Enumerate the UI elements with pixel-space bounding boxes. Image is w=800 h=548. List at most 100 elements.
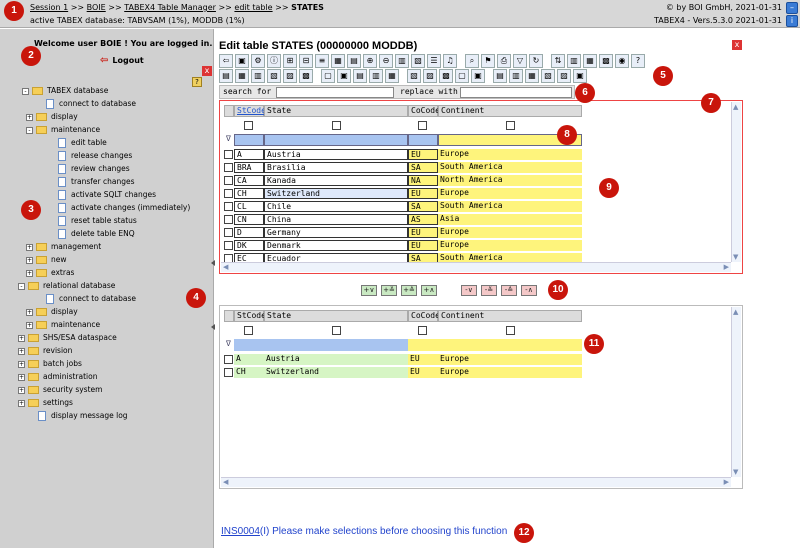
filter-input[interactable] bbox=[408, 134, 438, 146]
expand-toggle-icon[interactable]: - bbox=[22, 87, 29, 95]
toolbar-button[interactable]: ⓘ bbox=[267, 54, 281, 68]
toolbar-button[interactable]: ⎙ bbox=[497, 54, 511, 68]
breadcrumb-table-manager[interactable]: TABEX4 Table Manager bbox=[124, 3, 216, 12]
vertical-scrollbar[interactable]: ▲ ▼ bbox=[731, 307, 741, 477]
toolbar-button[interactable]: ▩ bbox=[599, 54, 613, 68]
row-checkbox[interactable] bbox=[224, 163, 233, 172]
toolbar-button[interactable]: ▧ bbox=[541, 69, 555, 83]
toolbar-button[interactable]: ⇦ bbox=[219, 54, 233, 68]
table-cell[interactable]: Chile bbox=[264, 201, 408, 212]
filter-input[interactable] bbox=[438, 339, 582, 351]
filter-input[interactable] bbox=[264, 339, 408, 351]
vertical-scrollbar[interactable]: ▲ ▼ bbox=[731, 102, 741, 262]
toolbar-button[interactable]: ? bbox=[631, 54, 645, 68]
table-cell[interactable]: EU bbox=[408, 227, 438, 238]
toolbar-button[interactable]: ▨ bbox=[557, 69, 571, 83]
table-cell[interactable]: DK bbox=[234, 240, 264, 251]
help-icon[interactable]: ? bbox=[192, 77, 202, 87]
toolbar-button[interactable]: ▩ bbox=[299, 69, 313, 83]
tree-item[interactable]: - TABEX database bbox=[22, 85, 108, 97]
tree-item[interactable]: + SHS/ESA dataspace bbox=[18, 332, 117, 344]
toolbar-button[interactable]: ▣ bbox=[573, 69, 587, 83]
horizontal-scrollbar[interactable]: ◀ ▶ bbox=[221, 262, 731, 272]
toolbar-button[interactable]: ▥ bbox=[567, 54, 581, 68]
column-checkbox[interactable] bbox=[506, 326, 515, 335]
toolbar-button[interactable]: ▧ bbox=[407, 69, 421, 83]
row-checkbox[interactable] bbox=[224, 355, 233, 364]
toolbar-button[interactable]: ▦ bbox=[385, 69, 399, 83]
table-cell[interactable]: CL bbox=[234, 201, 264, 212]
tree-item[interactable]: edit table bbox=[58, 137, 107, 149]
toolbar-button[interactable]: ▥ bbox=[369, 69, 383, 83]
expand-toggle-icon[interactable]: + bbox=[26, 256, 33, 264]
search-input[interactable] bbox=[276, 87, 394, 98]
table-cell[interactable]: EU bbox=[408, 188, 438, 199]
scroll-up-icon[interactable]: ▲ bbox=[733, 308, 738, 316]
expand-toggle-icon[interactable]: + bbox=[26, 308, 33, 316]
scroll-left-icon[interactable]: ◀ bbox=[223, 263, 228, 271]
table-cell[interactable]: NA bbox=[408, 175, 438, 186]
scroll-down-icon[interactable]: ▼ bbox=[733, 468, 738, 476]
row-checkbox[interactable] bbox=[224, 202, 233, 211]
expand-toggle-icon[interactable]: + bbox=[26, 269, 33, 277]
add-selection-button[interactable]: +∨ bbox=[361, 285, 377, 296]
table-cell[interactable]: Europe bbox=[438, 240, 582, 251]
expand-toggle-icon[interactable]: + bbox=[18, 386, 25, 394]
table-cell[interactable]: EU bbox=[408, 149, 438, 160]
tree-item[interactable]: + settings bbox=[18, 397, 73, 409]
toolbar-button[interactable]: ▥ bbox=[251, 69, 265, 83]
table-cell[interactable]: BRA bbox=[234, 162, 264, 173]
table-cell[interactable]: SA bbox=[408, 201, 438, 212]
toolbar-button[interactable]: ≡ bbox=[315, 54, 329, 68]
tree-item[interactable]: + display bbox=[26, 111, 78, 123]
column-checkbox[interactable] bbox=[332, 326, 341, 335]
toolbar-button[interactable]: ▩ bbox=[439, 69, 453, 83]
table-cell[interactable]: Germany bbox=[264, 227, 408, 238]
filter-input[interactable] bbox=[234, 339, 264, 351]
table-cell[interactable]: Asia bbox=[438, 214, 582, 225]
table-cell[interactable]: EU bbox=[408, 240, 438, 251]
toolbar-button[interactable]: ⊕ bbox=[363, 54, 377, 68]
table-cell[interactable]: A bbox=[234, 149, 264, 160]
add-selection-button[interactable]: +≙ bbox=[401, 285, 417, 296]
toolbar-button[interactable]: ▧ bbox=[267, 69, 281, 83]
table-cell[interactable]: CN bbox=[234, 214, 264, 225]
table-cell[interactable]: Europe bbox=[438, 149, 582, 160]
add-selection-button[interactable]: +∧ bbox=[421, 285, 437, 296]
toolbar-button[interactable]: ▣ bbox=[337, 69, 351, 83]
scroll-right-icon[interactable]: ▶ bbox=[724, 478, 729, 486]
toolbar-button[interactable]: ⊞ bbox=[283, 54, 297, 68]
toolbar-button[interactable]: ▣ bbox=[471, 69, 485, 83]
horizontal-scrollbar[interactable]: ◀ ▶ bbox=[221, 477, 731, 487]
toolbar-button[interactable]: ▨ bbox=[423, 69, 437, 83]
row-checkbox[interactable] bbox=[224, 368, 233, 377]
toolbar-button[interactable]: ⚙ bbox=[251, 54, 265, 68]
tree-item[interactable]: delete table ENQ bbox=[58, 228, 135, 240]
toolbar-button[interactable]: ⌕ bbox=[465, 54, 479, 68]
tree-item[interactable]: - relational database bbox=[18, 280, 115, 292]
expand-toggle-icon[interactable]: - bbox=[18, 282, 25, 290]
table-cell[interactable]: CA bbox=[234, 175, 264, 186]
table-cell[interactable]: AS bbox=[408, 214, 438, 225]
scroll-right-icon[interactable]: ▶ bbox=[724, 263, 729, 271]
column-checkbox[interactable] bbox=[418, 121, 427, 130]
filter-input[interactable] bbox=[408, 339, 438, 351]
close-icon[interactable]: x bbox=[732, 40, 742, 50]
filter-input[interactable] bbox=[264, 134, 408, 146]
tree-item[interactable]: + security system bbox=[18, 384, 102, 396]
tree-item[interactable]: + new bbox=[26, 254, 67, 266]
toolbar-button[interactable]: ▤ bbox=[493, 69, 507, 83]
table-cell[interactable]: China bbox=[264, 214, 408, 225]
toolbar-button[interactable]: ⊖ bbox=[379, 54, 393, 68]
tree-item[interactable]: + display bbox=[26, 306, 78, 318]
table-cell[interactable]: South America bbox=[438, 162, 582, 173]
expand-toggle-icon[interactable]: + bbox=[26, 321, 33, 329]
add-selection-button[interactable]: +≚ bbox=[381, 285, 397, 296]
expand-toggle-icon[interactable]: + bbox=[18, 373, 25, 381]
row-checkbox[interactable] bbox=[224, 176, 233, 185]
column-checkbox[interactable] bbox=[244, 121, 253, 130]
toolbar-button[interactable]: ▧ bbox=[411, 54, 425, 68]
toolbar-button[interactable]: ▥ bbox=[509, 69, 523, 83]
toolbar-button[interactable]: ▦ bbox=[583, 54, 597, 68]
expand-toggle-icon[interactable]: + bbox=[18, 347, 25, 355]
